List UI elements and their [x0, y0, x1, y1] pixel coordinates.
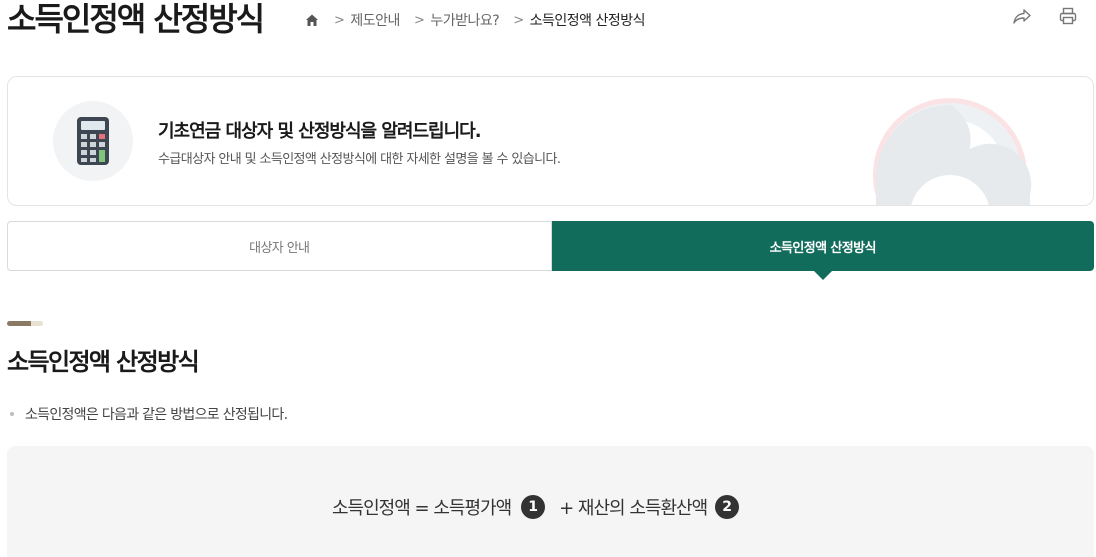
formula: 소득인정액 = 소득평가액 1 + 재산의 소득환산액 2 [332, 494, 740, 520]
intro-box: 기초연금 대상자 및 산정방식을 알려드립니다. 수급대상자 안내 및 소득인정… [7, 76, 1094, 206]
formula-lhs: 소득인정액 = 소득평가액 [332, 498, 512, 519]
taegeuk-watermark [873, 98, 1032, 205]
formula-number-2: 2 [715, 495, 740, 519]
share-icon[interactable] [1012, 6, 1032, 26]
formula-number-1: 1 [521, 495, 546, 519]
formula-box: 소득인정액 = 소득평가액 1 + 재산의 소득환산액 2 [7, 446, 1094, 557]
page-title: 소득인정액 산정방식 [7, 0, 265, 38]
bullet-text: 소득인정액은 다음과 같은 방법으로 산정됩니다. [25, 407, 288, 423]
calculator-icon [53, 101, 133, 181]
intro-description: 수급대상자 안내 및 소득인정액 산정방식에 대한 자세한 설명을 볼 수 있습… [158, 152, 561, 167]
tab-income-calculation[interactable]: 소득인정액 산정방식 [551, 221, 1094, 280]
bullet-dot [10, 412, 14, 416]
page-tools [1012, 6, 1078, 26]
print-icon[interactable] [1058, 6, 1078, 26]
breadcrumb-item-system[interactable]: 제도안내 [350, 10, 400, 30]
tab-income-calculation-label: 소득인정액 산정방식 [769, 240, 877, 256]
chevron-right-icon: > [334, 12, 345, 28]
home-icon[interactable] [304, 12, 320, 28]
tab-target-guide[interactable]: 대상자 안내 [7, 221, 552, 271]
chevron-right-icon: > [513, 12, 524, 28]
section-bullet: 소득인정액은 다음과 같은 방법으로 산정됩니다. [10, 404, 288, 424]
breadcrumb: > 제도안내 > 누가받나요? > 소득인정액 산정방식 [304, 10, 645, 30]
formula-asset-term: + 재산의 소득환산액 [559, 498, 708, 519]
breadcrumb-current: 소득인정액 산정방식 [529, 13, 646, 29]
active-tab-pointer [813, 271, 832, 280]
section-title: 소득인정액 산정방식 [7, 348, 200, 376]
chevron-right-icon: > [413, 12, 425, 28]
breadcrumb-item-who[interactable]: 누가받나요? [430, 10, 499, 30]
intro-title: 기초연금 대상자 및 산정방식을 알려드립니다. [158, 121, 482, 142]
tab-bar: 대상자 안내 소득인정액 산정방식 [7, 221, 1094, 280]
section-accent-bar [7, 321, 43, 326]
